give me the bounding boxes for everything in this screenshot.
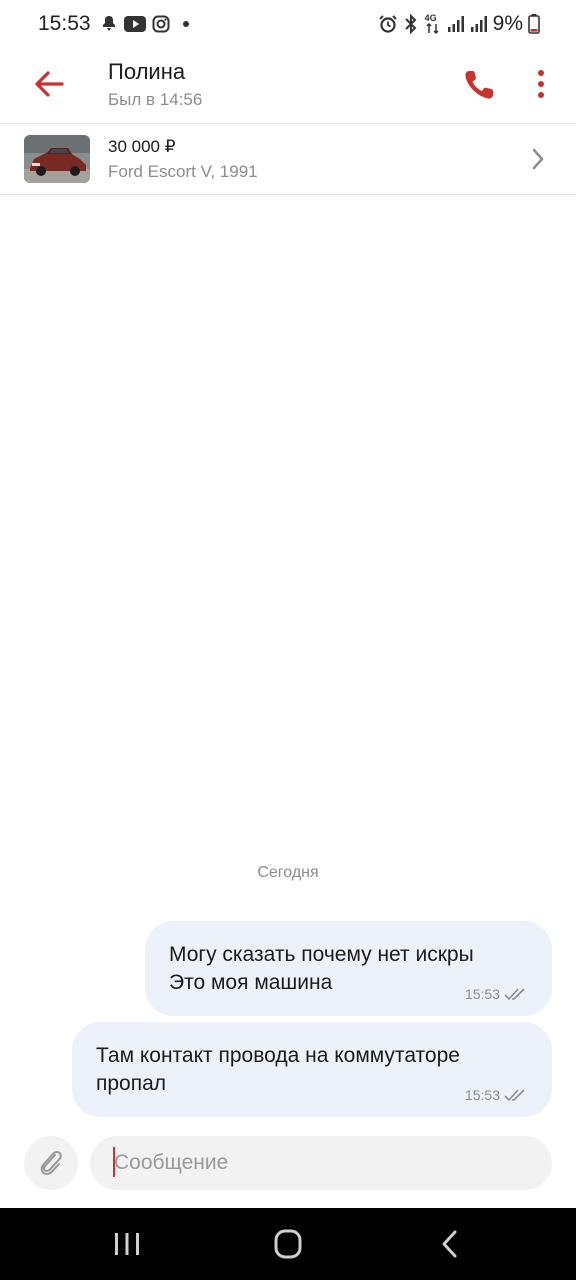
message-input[interactable] [90,1136,552,1190]
home-icon [274,1229,302,1259]
chat-screen: 15:53 4G 9% Полина Был в 14:56 30 000 ₽ … [0,0,576,1280]
message-meta: 15:53 [465,1087,526,1103]
status-left-icons [100,14,192,34]
contact-name[interactable]: Полина [108,59,185,85]
youtube-icon [124,16,146,32]
network-4g-icon: 4G [424,13,442,35]
double-check-icon [504,1089,525,1102]
alarm-icon [378,15,397,33]
contact-last-seen: Был в 14:56 [108,90,203,109]
arrow-left-icon [35,71,64,97]
chevron-right-icon [528,146,548,172]
chat-header: Полина Был в 14:56 [0,50,576,124]
back-button[interactable] [28,64,72,104]
phone-icon [465,71,493,99]
message-bubble[interactable]: Могу сказать почему нет искры Это моя ма… [145,921,552,1016]
signal-icon [470,16,487,32]
paperclip-icon [40,1150,62,1176]
attach-button[interactable] [24,1136,78,1190]
message-bubble[interactable]: Там контакт провода на коммутаторе пропа… [72,1022,552,1117]
message-time: 15:53 [464,986,500,1002]
home-button[interactable] [268,1226,308,1262]
recent-apps-button[interactable] [107,1226,147,1262]
message-text: Там контакт провода на коммутаторе пропа… [96,1044,460,1095]
date-divider: Сегодня [257,864,319,881]
car-photo [24,135,90,183]
notification-icon [103,16,115,31]
call-button[interactable] [460,64,500,104]
battery-icon [528,14,540,34]
listing-price: 30 000 ₽ [108,137,176,156]
recent-apps-icon [115,1233,139,1255]
message-meta: 15:53 [465,986,526,1002]
status-time: 15:53 [38,12,91,35]
battery-percent: 9% [492,12,523,35]
status-right-icons: 4G 9% [378,12,540,36]
signal-icon [447,16,464,32]
text-caret [113,1147,115,1177]
back-chevron-icon [442,1230,457,1258]
back-nav-button[interactable] [430,1226,470,1262]
dot-icon [183,21,189,27]
system-nav-bar [0,1208,576,1280]
double-check-icon [504,988,525,1001]
bluetooth-icon [404,14,417,34]
message-time: 15:53 [464,1087,500,1103]
listing-thumbnail [24,135,90,183]
status-bar: 15:53 4G 9% [0,0,576,50]
instagram-icon [152,15,170,33]
message-text: Могу сказать почему нет искры Это моя ма… [169,943,474,994]
more-options-button[interactable] [528,64,554,104]
more-vertical-icon [538,70,544,98]
listing-card[interactable]: 30 000 ₽ Ford Escort V, 1991 [0,124,576,195]
listing-title: Ford Escort V, 1991 [108,162,258,181]
